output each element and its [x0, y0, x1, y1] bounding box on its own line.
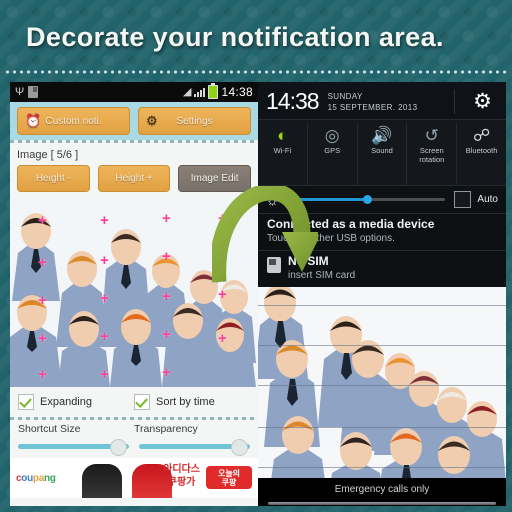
expanding-checkbox[interactable]: Expanding: [18, 394, 134, 410]
height-plus-button[interactable]: Height +: [97, 165, 171, 192]
height-plus-label: Height +: [115, 173, 153, 184]
toggle-bluetooth[interactable]: ☍ Bluetooth: [457, 123, 506, 185]
sort-by-time-checkbox[interactable]: Sort by time: [134, 394, 250, 410]
transparency-label: Transparency: [134, 423, 198, 435]
options-checkboxes: Expanding Sort by time: [10, 387, 258, 417]
toggle-gps-label: GPS: [324, 146, 341, 155]
brightness-fill: [287, 198, 367, 201]
custom-noti-button[interactable]: ⏰ Custom noti.: [17, 107, 130, 135]
checkbox-icon: [18, 394, 34, 410]
settings-button[interactable]: ⚙ Settings: [138, 107, 251, 135]
gps-icon: ◎: [324, 126, 340, 145]
shade-date: SUNDAY 15 SEPTEMBER. 2013: [328, 91, 418, 113]
sort-by-time-label: Sort by time: [156, 396, 215, 408]
ad-banner[interactable]: coupang 아디다스 쿠팡가 오늘의 쿠팡: [10, 458, 258, 498]
transparency-slider[interactable]: [139, 439, 250, 456]
shortcut-size-slider[interactable]: [18, 439, 129, 456]
sim-card-icon: [267, 257, 281, 273]
height-minus-label: Height -: [35, 173, 71, 184]
notification-usb-title: Connected as a media device: [267, 217, 435, 231]
image-edit-button[interactable]: Image Edit: [178, 165, 252, 192]
notification-sim-subtitle: insert SIM card: [288, 270, 356, 281]
coupang-logo: coupang: [16, 472, 56, 484]
notification-usb-subtitle: Touch for other USB options.: [267, 233, 395, 244]
auto-brightness-checkbox[interactable]: [454, 191, 472, 208]
group-photo: [10, 197, 258, 387]
notification-usb[interactable]: Connected as a media device Touch for ot…: [258, 213, 506, 250]
toggle-sound[interactable]: 🔊 Sound: [358, 123, 408, 185]
notification-shade: 14:38 SUNDAY 15 SEPTEMBER. 2013 ⚙ ◐ Wi-F…: [258, 82, 506, 506]
usb-icon: Ψ: [15, 85, 25, 98]
toggle-wifi-label: Wi-Fi: [273, 146, 292, 155]
image-preview[interactable]: + + + + + + + + + + + + + + + + + +: [10, 197, 258, 387]
rotate-icon: ↺: [424, 126, 439, 145]
image-edit-label: Image Edit: [190, 173, 239, 184]
gear-icon: ⚙: [146, 113, 158, 128]
slider-labels: Shortcut Size Transparency: [10, 420, 258, 436]
ad-korean-line2: 쿠팡가: [167, 477, 196, 488]
slider-row: [10, 436, 258, 458]
shade-drag-handle[interactable]: [258, 500, 506, 506]
emergency-calls-label: Emergency calls only: [258, 478, 506, 500]
bluetooth-icon: ☍: [472, 126, 491, 145]
ad-cta-button[interactable]: 오늘의 쿠팡: [206, 466, 252, 489]
brightness-slider[interactable]: [287, 195, 446, 204]
wifi-icon: ◢: [183, 85, 192, 98]
checkbox-icon: [134, 394, 150, 410]
height-minus-button[interactable]: Height -: [17, 165, 90, 192]
shade-day: SUNDAY: [327, 91, 363, 101]
toggle-screen-rotation[interactable]: ↺ Screen rotation: [407, 123, 458, 185]
wifi-icon: ◐: [277, 126, 288, 145]
ad-korean-line1: 아디다스: [163, 464, 200, 475]
notification-sim-title: No SIM: [288, 254, 329, 268]
toggle-gps[interactable]: ◎ GPS: [308, 123, 358, 185]
notification-divider: [258, 385, 506, 386]
ad-korean-text: 아디다스 쿠팡가: [163, 463, 200, 489]
toggle-sound-label: Sound: [371, 146, 393, 155]
group-photo-illustration: [258, 287, 506, 478]
notification-divider: [258, 305, 506, 306]
group-photo-illustration: [10, 197, 258, 387]
toggle-wifi[interactable]: ◐ Wi-Fi: [258, 123, 308, 185]
dotted-divider: [4, 70, 508, 74]
page-title: Decorate your notification area.: [26, 22, 444, 52]
alarm-clock-icon: ⏰: [25, 113, 42, 128]
settings-label: Settings: [176, 115, 213, 127]
notification-divider: [258, 345, 506, 346]
battery-icon: [208, 83, 219, 99]
quick-toggles: ◐ Wi-Fi ◎ GPS 🔊 Sound ↺ Screen rotation …: [258, 119, 506, 185]
status-bar-time: 14:38: [221, 85, 253, 99]
custom-noti-label: Custom noti.: [45, 115, 102, 127]
brightness-row: ☼ Auto: [258, 185, 506, 213]
auto-brightness-label: Auto: [477, 194, 498, 205]
shade-background-photo: [258, 287, 506, 478]
sd-card-icon: [28, 86, 39, 98]
notification-divider: [258, 467, 506, 468]
sound-icon: 🔊: [371, 126, 393, 145]
shade-full-date: 15 SEPTEMBER. 2013: [327, 102, 418, 112]
ad-cta-line2: 쿠팡: [221, 477, 237, 487]
slider-thumb[interactable]: [231, 439, 248, 456]
jacket-black-image: [82, 464, 122, 498]
image-count-label: Image [ 5/6 ]: [17, 149, 79, 161]
gear-icon[interactable]: ⚙: [454, 89, 498, 114]
brightness-thumb[interactable]: [362, 195, 372, 204]
shortcut-size-label: Shortcut Size: [18, 423, 81, 435]
brightness-icon: ☼: [266, 191, 279, 208]
left-phone-screenshot: Ψ ◢ 14:38 ⏰ Custom noti. ⚙ Settings Imag…: [10, 82, 258, 506]
toggle-screen-rotation-label: Screen rotation: [419, 146, 445, 164]
image-section: Image [ 5/6 ] Height - Height + Image Ed…: [10, 143, 258, 197]
notification-sim[interactable]: No SIM insert SIM card: [258, 250, 506, 287]
ad-cta-line1: 오늘의: [217, 468, 241, 478]
signal-icon: [194, 87, 206, 97]
slider-thumb[interactable]: [110, 439, 127, 456]
status-bar: Ψ ◢ 14:38: [10, 82, 258, 102]
shade-time: 14:38: [266, 88, 320, 114]
toggle-bluetooth-label: Bluetooth: [465, 146, 498, 155]
right-phone-screenshot: 14:38 SUNDAY 15 SEPTEMBER. 2013 ⚙ ◐ Wi-F…: [258, 82, 506, 506]
app-toolbar: ⏰ Custom noti. ⚙ Settings: [10, 102, 258, 140]
shade-header: 14:38 SUNDAY 15 SEPTEMBER. 2013 ⚙: [258, 82, 506, 119]
notification-divider: [258, 427, 506, 428]
expanding-label: Expanding: [40, 396, 92, 408]
